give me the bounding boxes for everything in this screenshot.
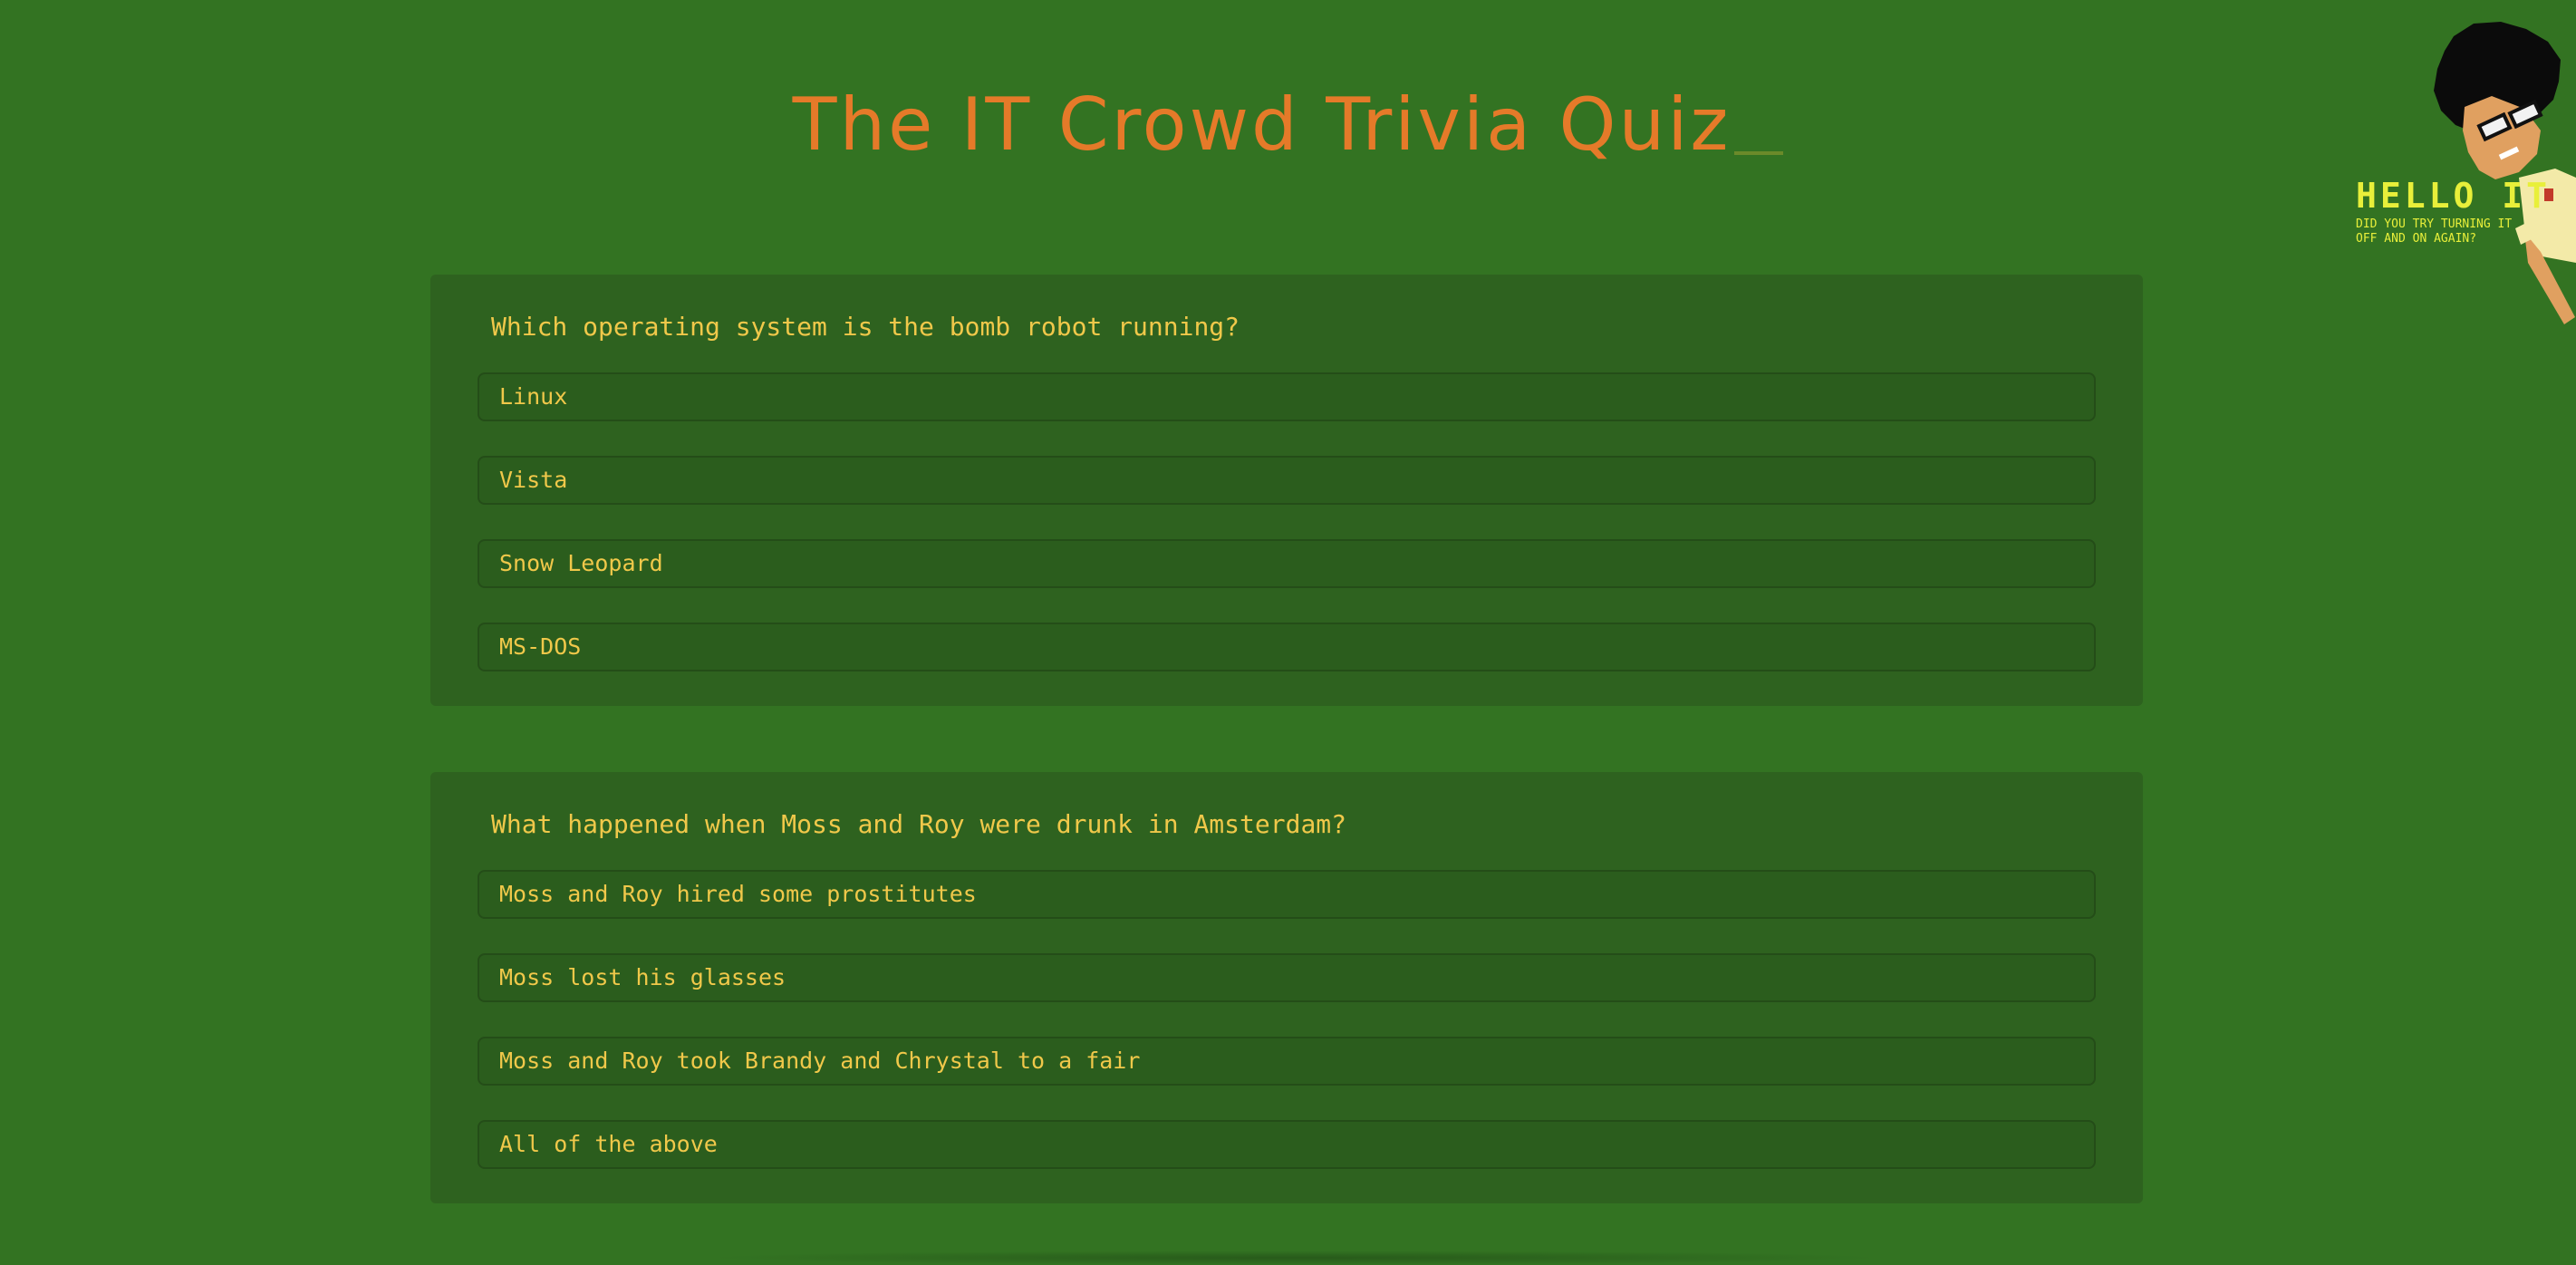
answer-option[interactable]: Moss lost his glasses [478, 953, 2096, 1002]
mascot-subline: DID YOU TRY TURNING IT OFF AND ON AGAIN? [2356, 217, 2513, 246]
answer-option[interactable]: Moss and Roy took Brandy and Chrystal to… [478, 1037, 2096, 1086]
page-title-text: The IT Crowd Trivia Quiz [792, 82, 1732, 167]
title-caret [1734, 151, 1784, 155]
options-list: Linux Vista Snow Leopard MS-DOS [478, 372, 2096, 671]
moss-mascot-image [2347, 18, 2576, 326]
mascot-headline: HELLO IT [2356, 176, 2552, 216]
moss-pixel-art-icon [2434, 22, 2576, 324]
bottom-shadow [707, 1251, 1885, 1265]
page-title: The IT Crowd Trivia Quiz [0, 80, 2576, 170]
question-card-2: What happened when Moss and Roy were dru… [430, 772, 2143, 1203]
answer-option[interactable]: All of the above [478, 1120, 2096, 1169]
quiz-page: The IT Crowd Trivia Quiz Which operating… [0, 0, 2576, 1265]
options-list: Moss and Roy hired some prostitutes Moss… [478, 870, 2096, 1169]
answer-option[interactable]: MS-DOS [478, 623, 2096, 671]
answer-option[interactable]: Moss and Roy hired some prostitutes [478, 870, 2096, 919]
question-text: What happened when Moss and Roy were dru… [491, 809, 1347, 839]
question-text: Which operating system is the bomb robot… [491, 312, 1240, 342]
answer-option[interactable]: Snow Leopard [478, 539, 2096, 588]
answer-option[interactable]: Linux [478, 372, 2096, 421]
question-card-1: Which operating system is the bomb robot… [430, 275, 2143, 706]
answer-option[interactable]: Vista [478, 456, 2096, 505]
